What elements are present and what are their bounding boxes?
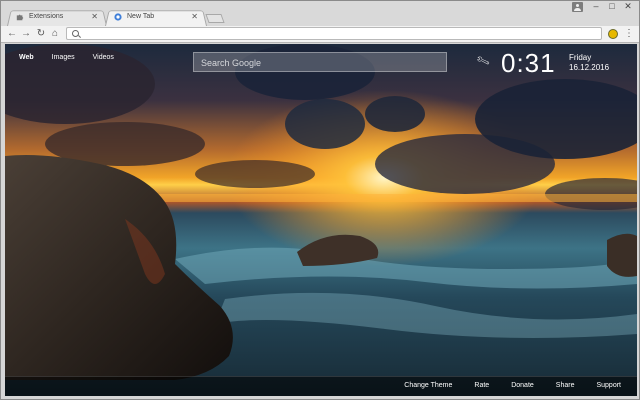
tab-new-tab[interactable]: New Tab ✕ xyxy=(105,9,207,26)
reload-button[interactable]: ↻ xyxy=(35,28,47,40)
tab-strip: Extensions ✕ New Tab ✕ – □ ✕ xyxy=(1,1,639,26)
browser-toolbar: ← → ↻ ⌂ ⋮ xyxy=(1,26,639,43)
user-profile-icon[interactable] xyxy=(572,2,583,12)
reload-icon: ↻ xyxy=(36,28,46,39)
chrome-icon xyxy=(114,13,122,21)
new-tab-page: Web Images Videos Search Google 🔧︎ 0:31 … xyxy=(5,44,637,396)
forward-button[interactable]: → xyxy=(20,28,32,40)
home-button[interactable]: ⌂ xyxy=(49,28,61,40)
background-image xyxy=(5,44,637,396)
new-tab-button[interactable] xyxy=(205,14,225,23)
search-icon xyxy=(72,30,79,37)
puzzle-icon xyxy=(16,14,24,21)
nav-web-link[interactable]: Web xyxy=(19,54,34,61)
google-search-input[interactable]: Search Google xyxy=(193,52,447,72)
minimize-icon[interactable]: – xyxy=(589,1,603,12)
search-type-nav: Web Images Videos xyxy=(19,54,114,61)
rate-link[interactable]: Rate xyxy=(474,382,489,389)
share-link[interactable]: Share xyxy=(556,382,575,389)
home-icon: ⌂ xyxy=(51,28,59,39)
tab-label: Extensions xyxy=(29,13,64,20)
back-button[interactable]: ← xyxy=(6,28,18,40)
arrow-right-icon: → xyxy=(21,28,31,39)
tab-close-icon[interactable]: ✕ xyxy=(91,12,98,21)
footer-links: Change Theme Rate Donate Share Support xyxy=(404,382,621,389)
nav-videos-link[interactable]: Videos xyxy=(93,54,114,61)
search-placeholder: Search Google xyxy=(201,58,262,68)
tab-extensions[interactable]: Extensions ✕ xyxy=(7,9,107,26)
tab-close-icon[interactable]: ✕ xyxy=(191,12,198,21)
maximize-icon[interactable]: □ xyxy=(605,1,619,12)
footer-bar: Change Theme Rate Donate Share Support xyxy=(5,376,637,396)
nav-images-link[interactable]: Images xyxy=(52,54,75,61)
browser-window: Extensions ✕ New Tab ✕ – □ ✕ ← → ↻ ⌂ ⋮ W… xyxy=(0,0,640,400)
window-controls: – □ ✕ xyxy=(572,1,635,12)
arrow-left-icon: ← xyxy=(7,28,17,39)
tab-label: New Tab xyxy=(127,13,155,20)
donate-link[interactable]: Donate xyxy=(511,382,534,389)
address-bar[interactable] xyxy=(66,27,602,40)
extension-icon[interactable] xyxy=(608,29,618,39)
support-link[interactable]: Support xyxy=(596,382,621,389)
kebab-menu-icon[interactable]: ⋮ xyxy=(624,28,634,40)
close-window-icon[interactable]: ✕ xyxy=(621,1,635,12)
clock-day: Friday xyxy=(569,53,592,62)
clock-date: 16.12.2016 xyxy=(569,63,610,72)
change-theme-link[interactable]: Change Theme xyxy=(404,382,452,389)
clock-time: 0:31 xyxy=(501,48,556,78)
